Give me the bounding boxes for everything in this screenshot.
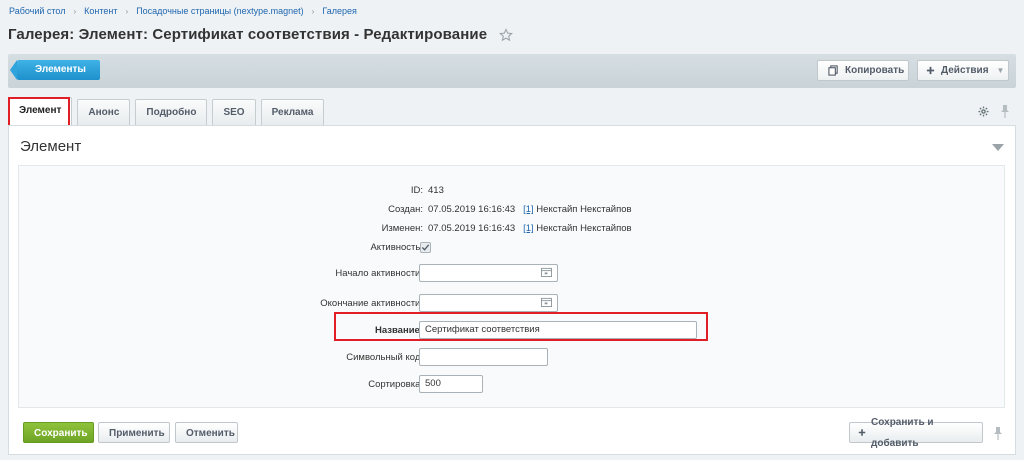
breadcrumb: Рабочий стол › Контент › Посадочные стра… [9,6,357,16]
apply-button[interactable]: Применить [98,422,170,443]
chevron-right-icon: › [125,6,129,16]
pin-icon[interactable] [1000,104,1010,118]
modified-value: 07.05.2019 16:16:43 [1] Некстайп Некстай… [428,223,632,234]
section-title: Элемент [20,138,82,155]
created-label: Создан: [388,204,423,215]
save-button[interactable]: Сохранить [23,422,94,443]
plus-icon [858,429,866,436]
star-icon[interactable] [499,27,514,42]
copy-button-label: Копировать [845,65,905,76]
form-area: ID: 413 Создан: 07.05.2019 16:16:43 [1] … [18,165,1005,408]
active-checkbox[interactable] [420,242,431,253]
sort-input[interactable]: 500 [419,375,483,393]
sort-label: Сортировка: [368,379,423,390]
created-value: 07.05.2019 16:16:43 [1] Некстайп Некстай… [428,204,632,215]
active-to-label: Окончание активности: [320,298,423,309]
gear-icon[interactable] [978,106,989,117]
chevron-right-icon: › [73,6,77,16]
copy-icon [828,65,838,76]
checkmark-icon [421,244,430,251]
id-value: 413 [428,185,444,196]
active-to-input[interactable] [419,294,558,312]
calendar-icon[interactable] [541,267,552,277]
plus-icon [926,66,935,75]
actions-button-label: Действия [941,65,989,76]
code-input[interactable] [419,348,548,366]
tab-announce[interactable]: Анонс [77,99,131,125]
tab-seo[interactable]: SEO [212,99,256,125]
chevron-right-icon: › [311,6,315,16]
edit-panel: Элемент ID: 413 Создан: 07.05.2019 16:16… [8,125,1016,455]
modified-user-name: Некстайп Некстайпов [536,223,632,234]
toolbar: Элементы Копировать Действия ▼ [8,54,1016,88]
created-date: 07.05.2019 16:16:43 [428,204,516,215]
active-from-input[interactable] [419,264,558,282]
calendar-icon[interactable] [541,297,552,307]
active-from-label: Начало активности: [335,268,423,279]
created-user-id-link[interactable]: [1] [523,204,534,215]
collapse-triangle-icon[interactable] [992,144,1004,151]
modified-user-id-link[interactable]: [1] [523,223,534,234]
created-user-name: Некстайп Некстайпов [536,204,632,215]
breadcrumb-item-landing[interactable]: Посадочные страницы (nextype.magnet) [136,6,303,16]
breadcrumb-item-content[interactable]: Контент [84,6,117,16]
name-label: Название: [374,325,423,336]
tab-details[interactable]: Подробно [135,99,208,125]
code-label: Символьный код: [346,352,423,363]
tab-advertising[interactable]: Реклама [260,99,325,125]
save-and-add-button[interactable]: Сохранить и добавить [849,417,983,449]
title-row: Галерея: Элемент: Сертификат соответстви… [8,26,514,43]
tab-element[interactable]: Элемент [8,97,73,125]
breadcrumb-item-gallery[interactable]: Галерея [322,6,357,16]
name-input[interactable]: Сертификат соответствия [419,321,697,339]
chevron-down-icon: ▼ [996,66,1005,75]
save-and-add-label: Сохранить и добавить [871,416,934,449]
tab-bar: Элемент Анонс Подробно SEO Реклама [8,97,329,125]
active-label: Активность: [370,242,423,253]
id-label: ID: [410,185,423,196]
modified-label: Изменен: [381,223,423,234]
copy-button[interactable]: Копировать [817,60,909,81]
modified-date: 07.05.2019 16:16:43 [428,223,516,234]
elements-back-button[interactable]: Элементы [10,60,100,80]
cancel-button[interactable]: Отменить [175,422,238,443]
page-title: Галерея: Элемент: Сертификат соответстви… [8,26,488,43]
breadcrumb-item-desktop[interactable]: Рабочий стол [9,6,66,16]
pin-icon[interactable] [993,426,1003,440]
actions-button[interactable]: Действия ▼ [917,60,1009,81]
